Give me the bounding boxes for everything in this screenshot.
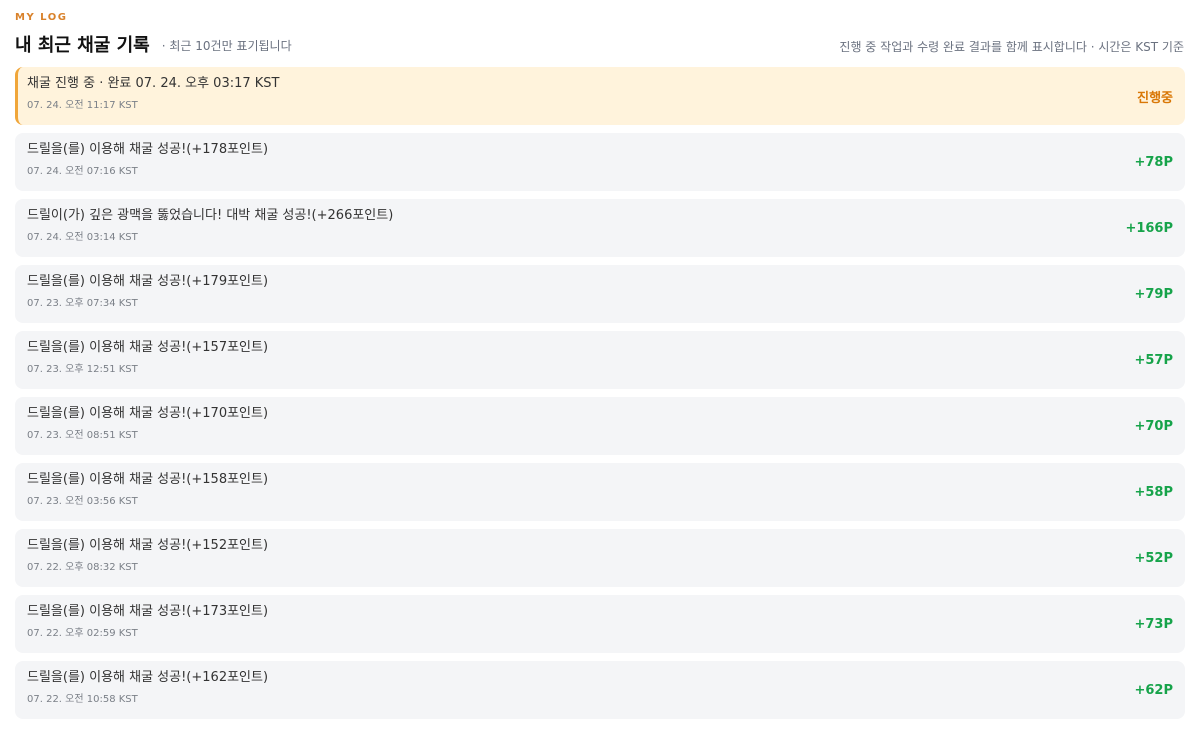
log-item: 드릴을(를) 이용해 채굴 성공!(+157포인트) 07. 23. 오후 12… [15, 331, 1185, 389]
log-title: 드릴을(를) 이용해 채굴 성공!(+158포인트) [27, 472, 269, 487]
log-item: 드릴을(를) 이용해 채굴 성공!(+158포인트) 07. 23. 오전 03… [15, 463, 1185, 521]
page-subtitle: · 최근 10건만 표기됩니다 [161, 38, 292, 53]
page-title: 내 최근 채굴 기록 [15, 35, 150, 56]
log-time: 07. 23. 오후 07:34 KST [27, 298, 138, 309]
log-time: 07. 24. 오전 03:14 KST [27, 232, 138, 243]
log-item: 드릴을(를) 이용해 채굴 성공!(+178포인트) 07. 24. 오전 07… [15, 133, 1185, 191]
log-item: 채굴 진행 중 · 완료 07. 24. 오후 03:17 KST 07. 24… [15, 67, 1185, 125]
log-time: 07. 24. 오전 07:16 KST [27, 166, 138, 177]
log-item: 드릴을(를) 이용해 채굴 성공!(+170포인트) 07. 23. 오전 08… [15, 397, 1185, 455]
log-title: 드릴을(를) 이용해 채굴 성공!(+178포인트) [27, 142, 269, 157]
log-time: 07. 22. 오후 02:59 KST [27, 628, 138, 639]
log-item: 드릴을(를) 이용해 채굴 성공!(+173포인트) 07. 22. 오후 02… [15, 595, 1185, 653]
log-item: 드릴이(가) 깊은 광맥을 뚫었습니다! 대박 채굴 성공!(+266포인트) … [15, 199, 1185, 257]
log-points: +62P [1134, 682, 1173, 698]
log-points: +58P [1134, 484, 1173, 500]
log-time: 07. 23. 오전 08:51 KST [27, 430, 138, 441]
log-title: 드릴을(를) 이용해 채굴 성공!(+157포인트) [27, 340, 269, 355]
log-title: 드릴을(를) 이용해 채굴 성공!(+170포인트) [27, 406, 269, 421]
log-time: 07. 22. 오전 10:58 KST [27, 694, 138, 705]
log-title: 드릴을(를) 이용해 채굴 성공!(+173포인트) [27, 604, 269, 619]
log-title: 드릴이(가) 깊은 광맥을 뚫었습니다! 대박 채굴 성공!(+266포인트) [27, 208, 394, 223]
log-item: 드릴을(를) 이용해 채굴 성공!(+162포인트) 07. 22. 오전 10… [15, 661, 1185, 719]
log-points: +79P [1134, 286, 1173, 302]
log-status: 진행중 [1137, 90, 1173, 106]
log-time: 07. 22. 오후 08:32 KST [27, 562, 138, 573]
log-time: 07. 24. 오전 11:17 KST [27, 100, 138, 111]
log-time: 07. 23. 오후 12:51 KST [27, 364, 138, 375]
log-points: +52P [1134, 550, 1173, 566]
log-item: 드릴을(를) 이용해 채굴 성공!(+179포인트) 07. 23. 오후 07… [15, 265, 1185, 323]
log-title: 드릴을(를) 이용해 채굴 성공!(+179포인트) [27, 274, 269, 289]
header-note: 진행 중 작업과 수령 완료 결과를 함께 표시합니다 · 시간은 KST 기준 [839, 39, 1184, 54]
log-title: 드릴을(를) 이용해 채굴 성공!(+152포인트) [27, 538, 269, 553]
log-time: 07. 23. 오전 03:56 KST [27, 496, 138, 507]
log-points: +57P [1134, 352, 1173, 368]
log-points: +70P [1134, 418, 1173, 434]
log-points: +78P [1134, 154, 1173, 170]
log-header: 내 최근 채굴 기록 · 최근 10건만 표기됩니다 진행 중 작업과 수령 완… [15, 31, 1184, 57]
log-points: +73P [1134, 616, 1173, 632]
log-points: +166P [1125, 220, 1173, 236]
log-title: 드릴을(를) 이용해 채굴 성공!(+162포인트) [27, 670, 269, 685]
log-title: 채굴 진행 중 · 완료 07. 24. 오후 03:17 KST [27, 76, 280, 91]
section-eyebrow: MY LOG [15, 12, 68, 23]
log-item: 드릴을(를) 이용해 채굴 성공!(+152포인트) 07. 22. 오후 08… [15, 529, 1185, 587]
mining-log-list: 채굴 진행 중 · 완료 07. 24. 오후 03:17 KST 07. 24… [15, 67, 1185, 719]
